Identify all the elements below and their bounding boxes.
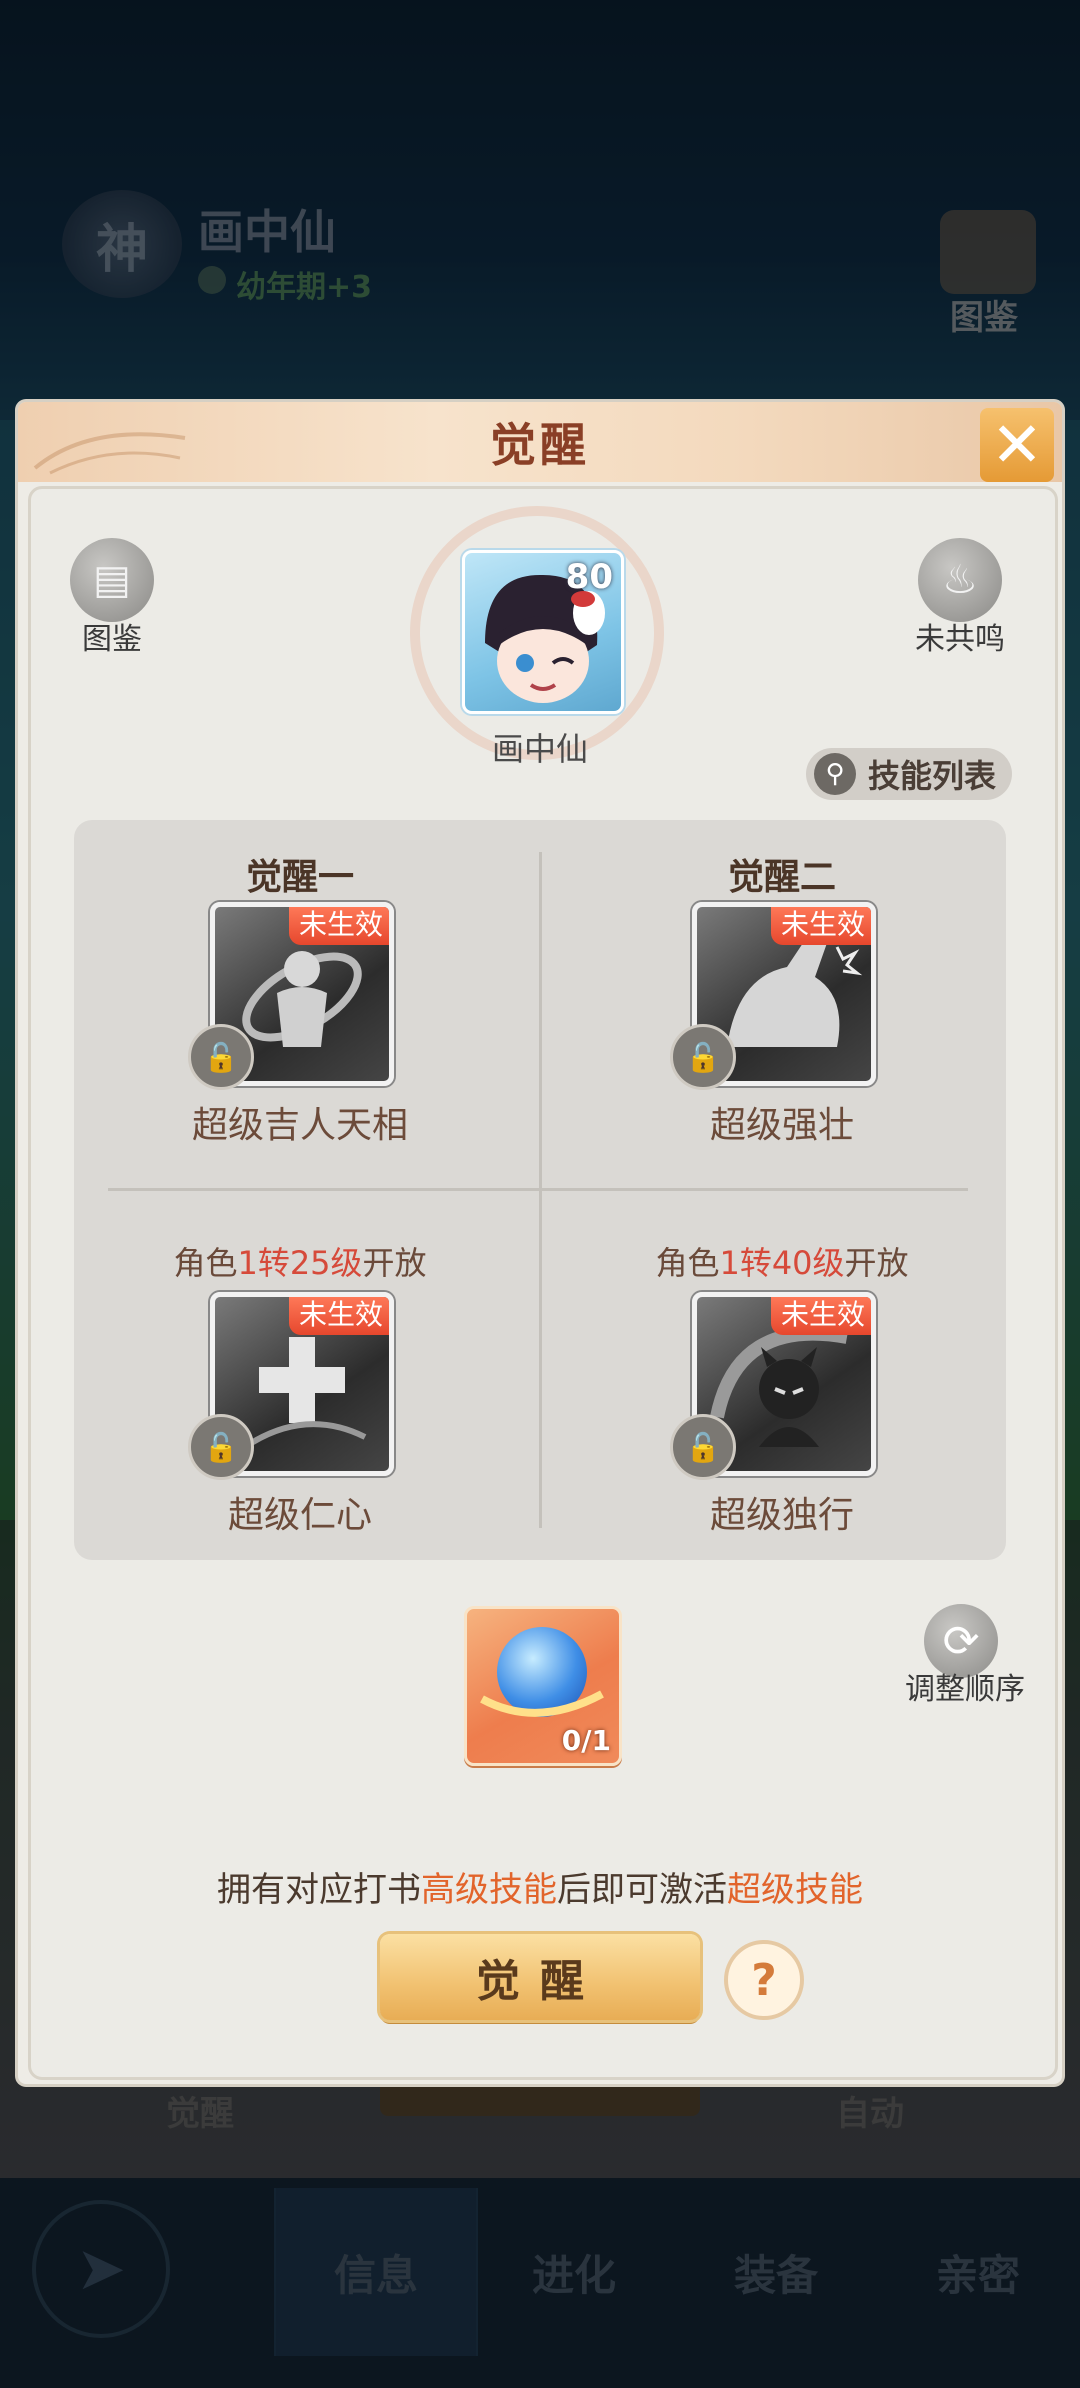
slot-2-skill-name: 超级强壮	[709, 1105, 854, 1146]
slot-1-inactive-badge: 未生效	[288, 907, 389, 945]
pet-portrait[interactable]: 80	[462, 550, 624, 714]
slot-4-skill-name: 超级独行	[709, 1495, 854, 1536]
slot-3-skill-name: 超级仁心	[227, 1495, 372, 1536]
slot-4-req-prefix: 角色	[655, 1244, 720, 1282]
slot-2-lock-icon: 🔓	[670, 1024, 736, 1090]
awaken-button[interactable]: 觉醒	[380, 1934, 700, 2020]
slot-3-lock-icon: 🔓	[188, 1414, 254, 1480]
hint-part-1: 拥有对应打书	[217, 1870, 421, 1910]
guide-label: 图鉴	[82, 622, 142, 657]
guide-button[interactable]: ▤	[70, 538, 154, 622]
close-button[interactable]: ✕	[980, 408, 1054, 482]
hint-part-2: 后即可激活	[557, 1870, 727, 1910]
slot-4-lock-icon: 🔓	[670, 1414, 736, 1480]
slot-3-req-level: 1转25级	[237, 1244, 363, 1282]
slot-1-title: 觉醒一	[245, 857, 354, 898]
ribbon-decoration	[480, 1690, 604, 1717]
hint-highlight-2: 超级技能	[727, 1870, 863, 1910]
pet-level: 80	[565, 557, 613, 597]
slot-1-skill-name: 超级吉人天相	[191, 1105, 408, 1146]
slot-3-inactive-badge: 未生效	[288, 1297, 389, 1335]
help-button[interactable]: ?	[724, 1940, 804, 2020]
header-swirl-decoration	[33, 432, 186, 475]
slot-4-req-suffix: 开放	[844, 1244, 909, 1282]
question-icon: ?	[751, 1954, 777, 2006]
reorder-label: 调整顺序	[905, 1672, 1025, 1707]
activation-hint: 拥有对应打书高级技能后即可激活超级技能	[80, 1862, 1000, 1911]
slot-3-req-suffix: 开放	[362, 1244, 427, 1282]
grid-divider-horizontal	[108, 1188, 968, 1191]
book-icon: ▤	[93, 557, 131, 603]
slot-2-inactive-badge: 未生效	[770, 907, 871, 945]
slot-4-inactive-badge: 未生效	[770, 1297, 871, 1335]
resonance-label: 未共鸣	[915, 622, 1005, 657]
flame-icon: ♨	[942, 557, 978, 603]
skill-list-button[interactable]: ⚲ 技能列表	[806, 748, 1012, 800]
hint-highlight-1: 高级技能	[421, 1870, 557, 1910]
pet-name: 画中仙	[491, 730, 588, 768]
slot-3-req-prefix: 角色	[173, 1244, 238, 1282]
close-icon: ✕	[991, 408, 1043, 481]
slot-1-lock-icon: 🔓	[188, 1024, 254, 1090]
skill-list-label: 技能列表	[868, 757, 997, 795]
slot-4-req-level: 1转40级	[719, 1244, 845, 1282]
awaken-material-card[interactable]: 0/1	[464, 1606, 622, 1766]
resonance-button[interactable]: ♨	[918, 538, 1002, 622]
material-count: 0/1	[561, 1724, 611, 1757]
slot-3-requirement: 角色1转25级开放	[80, 1238, 520, 1284]
search-icon: ⚲	[814, 753, 856, 795]
slot-4-requirement: 角色1转40级开放	[562, 1238, 1002, 1284]
dialog-title: 觉醒	[490, 418, 590, 472]
slot-2-title: 觉醒二	[727, 857, 836, 898]
refresh-icon: ⟳	[942, 1615, 980, 1667]
